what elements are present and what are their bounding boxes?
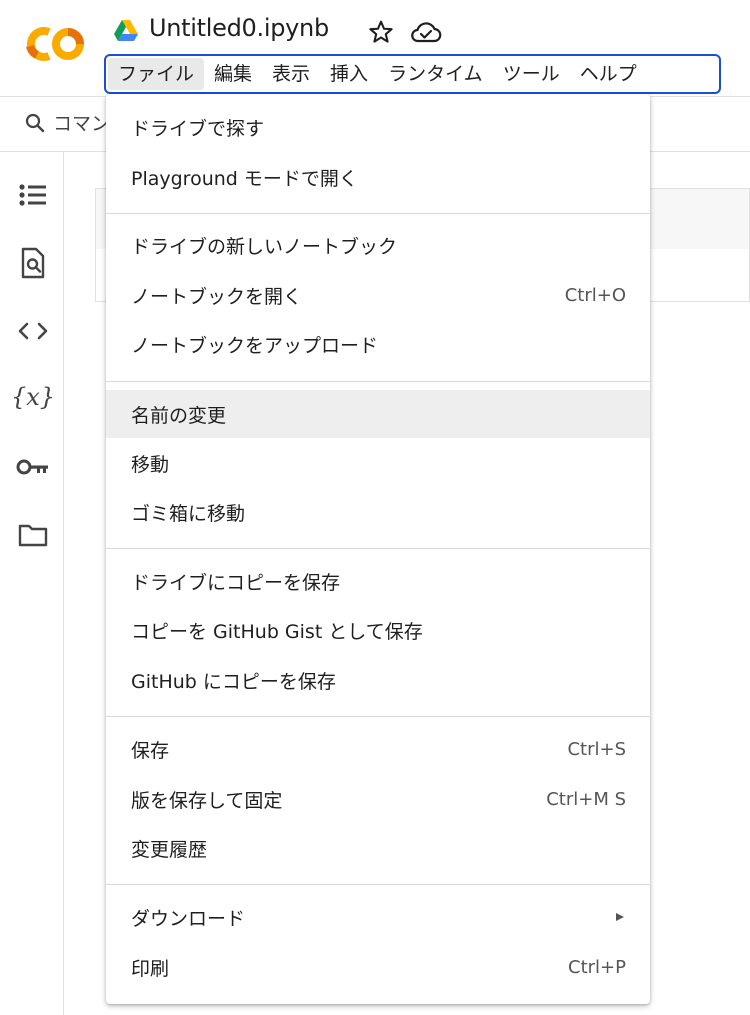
- menu-item-save-copy-drive[interactable]: ドライブにコピーを保存: [106, 557, 650, 605]
- menu-item-print[interactable]: 印刷 Ctrl+P: [106, 943, 650, 991]
- find-button[interactable]: [14, 244, 52, 282]
- menu-item-label: ダウンロード: [131, 907, 246, 930]
- variables-icon: {x}: [14, 383, 52, 411]
- menu-item-label: 印刷: [131, 957, 170, 980]
- file-menu-dropdown: ドライブで探す Playground モードで開く ドライブの新しいノートブック…: [106, 94, 650, 1004]
- menu-view[interactable]: 表示: [262, 58, 320, 90]
- menu-insert[interactable]: 挿入: [320, 58, 378, 90]
- notebook-title[interactable]: Untitled0.ipynb: [149, 14, 329, 42]
- variables-button[interactable]: {x}: [14, 378, 52, 416]
- menu-item-rename[interactable]: 名前の変更: [106, 390, 650, 438]
- menu-item-label: ゴミ箱に移動: [131, 502, 246, 525]
- menu-bar: ファイル 編集 表示 挿入 ランタイム ツール ヘルプ: [104, 54, 721, 94]
- svg-text:{x}: {x}: [14, 383, 52, 411]
- menu-runtime[interactable]: ランタイム: [378, 58, 493, 90]
- submenu-arrow-icon: [616, 913, 624, 921]
- menu-item-open-playground[interactable]: Playground モードで開く: [106, 153, 650, 201]
- command-palette-button[interactable]: コマン: [53, 109, 110, 136]
- menu-item-label: ドライブで探す: [131, 117, 265, 140]
- code-icon: [18, 322, 48, 340]
- menu-item-shortcut: Ctrl+P: [568, 956, 626, 978]
- menu-edit[interactable]: 編集: [204, 58, 262, 90]
- menu-item-save-copy-gist[interactable]: コピーを GitHub Gist として保存: [106, 606, 650, 654]
- search-icon[interactable]: [24, 112, 46, 134]
- folder-icon: [18, 524, 48, 547]
- google-drive-icon[interactable]: [113, 19, 139, 43]
- menu-help[interactable]: ヘルプ: [570, 58, 647, 90]
- secrets-button[interactable]: [14, 448, 52, 486]
- menu-item-label: 変更履歴: [131, 838, 208, 861]
- app-header: Untitled0.ipynb ファイル 編集 表示 挿入 ランタイム ツール …: [0, 0, 750, 97]
- menu-item-label: コピーを GitHub Gist として保存: [131, 620, 423, 643]
- menu-item-revision-history[interactable]: 変更履歴: [106, 824, 650, 872]
- menu-item-open-notebook[interactable]: ノートブックを開く Ctrl+O: [106, 271, 650, 319]
- side-rail: {x}: [0, 152, 64, 1015]
- menu-tools[interactable]: ツール: [493, 58, 570, 90]
- menu-divider: [106, 716, 650, 717]
- find-in-file-icon: [21, 247, 45, 279]
- menu-item-label: ノートブックをアップロード: [131, 334, 379, 357]
- key-icon: [16, 459, 48, 475]
- code-snippets-button[interactable]: [14, 312, 52, 350]
- menu-item-move[interactable]: 移動: [106, 439, 650, 487]
- menu-item-shortcut: Ctrl+M S: [546, 788, 626, 810]
- table-of-contents-button[interactable]: [14, 176, 52, 214]
- star-icon[interactable]: [368, 19, 394, 45]
- menu-item-download[interactable]: ダウンロード: [106, 893, 650, 941]
- menu-item-move-to-trash[interactable]: ゴミ箱に移動: [106, 488, 650, 536]
- menu-item-label: GitHub にコピーを保存: [131, 670, 336, 693]
- colab-logo-icon[interactable]: [22, 22, 88, 66]
- menu-item-new-notebook[interactable]: ドライブの新しいノートブック: [106, 221, 650, 269]
- menu-file[interactable]: ファイル: [108, 58, 205, 90]
- menu-divider: [106, 381, 650, 382]
- menu-item-save-pin-revision[interactable]: 版を保存して固定 Ctrl+M S: [106, 775, 650, 823]
- menu-item-save-copy-github[interactable]: GitHub にコピーを保存: [106, 656, 650, 704]
- menu-divider: [106, 213, 650, 214]
- list-icon: [19, 184, 46, 206]
- menu-item-find-in-drive[interactable]: ドライブで探す: [106, 103, 650, 151]
- files-button[interactable]: [14, 516, 52, 554]
- menu-item-label: 移動: [131, 453, 170, 476]
- menu-item-label: 保存: [131, 739, 170, 762]
- menu-item-label: Playground モードで開く: [131, 167, 358, 190]
- menu-item-label: ドライブの新しいノートブック: [131, 235, 398, 258]
- menu-divider: [106, 548, 650, 549]
- menu-item-shortcut: Ctrl+O: [564, 284, 626, 306]
- menu-item-label: 名前の変更: [131, 404, 227, 427]
- menu-item-label: ドライブにコピーを保存: [131, 571, 341, 594]
- cloud-saved-icon[interactable]: [410, 19, 442, 45]
- menu-item-label: 版を保存して固定: [131, 789, 283, 812]
- menu-item-upload-notebook[interactable]: ノートブックをアップロード: [106, 320, 650, 368]
- menu-divider: [106, 884, 650, 885]
- menu-item-save[interactable]: 保存 Ctrl+S: [106, 725, 650, 773]
- menu-item-label: ノートブックを開く: [131, 285, 303, 308]
- menu-item-shortcut: Ctrl+S: [567, 738, 626, 760]
